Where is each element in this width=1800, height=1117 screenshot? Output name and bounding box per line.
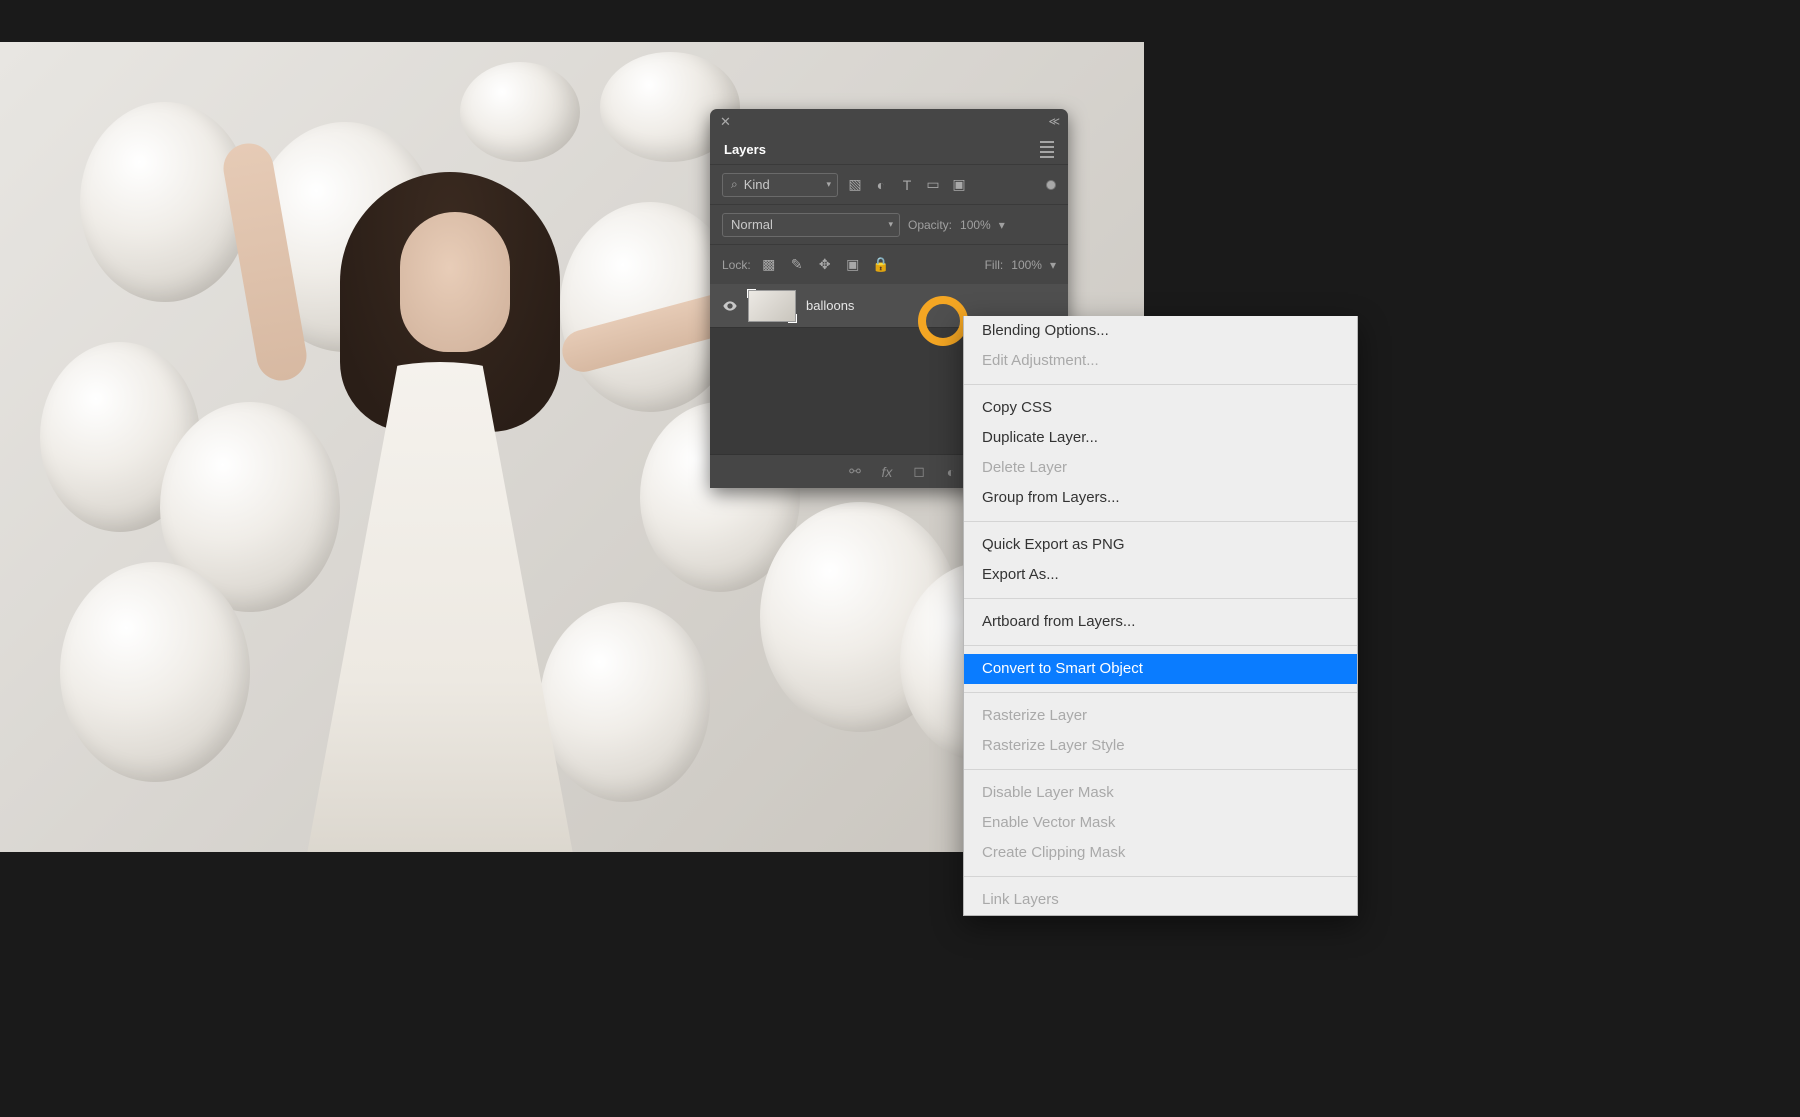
filter-smartobject-icon[interactable]: ▣ bbox=[950, 176, 968, 194]
menu-item[interactable]: Group from Layers... bbox=[964, 483, 1357, 513]
opacity-label: Opacity: bbox=[908, 218, 952, 232]
opacity-value[interactable]: 100% bbox=[960, 218, 991, 232]
menu-separator bbox=[964, 598, 1357, 599]
menu-item[interactable]: Blending Options... bbox=[964, 316, 1357, 346]
menu-separator bbox=[964, 876, 1357, 877]
filter-shape-icon[interactable]: ▭ bbox=[924, 176, 942, 194]
menu-item[interactable]: Artboard from Layers... bbox=[964, 607, 1357, 637]
tutorial-highlight-ring bbox=[918, 296, 968, 346]
menu-separator bbox=[964, 769, 1357, 770]
menu-separator bbox=[964, 521, 1357, 522]
menu-item[interactable]: Export As... bbox=[964, 560, 1357, 590]
visibility-icon[interactable] bbox=[722, 298, 738, 314]
blend-mode-value: Normal bbox=[731, 217, 773, 232]
lock-label: Lock: bbox=[722, 258, 751, 272]
lock-row: Lock: ▩ ✎ ✥ ▣ 🔒 Fill: 100% ▾ bbox=[710, 244, 1068, 284]
fill-label: Fill: bbox=[985, 258, 1004, 272]
fx-icon[interactable]: fx bbox=[878, 463, 896, 481]
menu-item: Disable Layer Mask bbox=[964, 778, 1357, 808]
menu-item: Edit Adjustment... bbox=[964, 346, 1357, 376]
filter-image-icon[interactable]: ▧ bbox=[846, 176, 864, 194]
collapse-icon[interactable]: ≪ bbox=[1048, 115, 1058, 128]
close-icon[interactable]: ✕ bbox=[720, 114, 731, 130]
menu-separator bbox=[964, 384, 1357, 385]
filter-kind-dropdown[interactable]: ⌕ Kind ▾ bbox=[722, 173, 838, 197]
search-icon: ⌕ bbox=[731, 177, 738, 192]
blend-row: Normal ▾ Opacity: 100% ▾ bbox=[710, 204, 1068, 244]
layer-name[interactable]: balloons bbox=[806, 298, 854, 313]
menu-item[interactable]: Convert to Smart Object bbox=[964, 654, 1357, 684]
menu-item: Delete Layer bbox=[964, 453, 1357, 483]
panel-title: Layers bbox=[724, 142, 766, 157]
menu-item[interactable]: Quick Export as PNG bbox=[964, 530, 1357, 560]
panel-menu-icon[interactable] bbox=[1040, 141, 1054, 158]
filter-kind-label: Kind bbox=[744, 177, 770, 192]
chevron-down-icon: ▾ bbox=[888, 219, 893, 230]
lock-transparency-icon[interactable]: ▩ bbox=[759, 256, 779, 274]
lock-all-icon[interactable]: 🔒 bbox=[871, 256, 891, 274]
lock-brush-icon[interactable]: ✎ bbox=[787, 256, 807, 274]
menu-separator bbox=[964, 645, 1357, 646]
layer-context-menu: Blending Options...Edit Adjustment... Cop… bbox=[963, 316, 1358, 916]
menu-item: Enable Vector Mask bbox=[964, 808, 1357, 838]
chevron-down-icon[interactable]: ▾ bbox=[999, 218, 1005, 232]
menu-item: Rasterize Layer Style bbox=[964, 731, 1357, 761]
filter-toggle[interactable] bbox=[1046, 180, 1056, 190]
layer-filter-row: ⌕ Kind ▾ ▧ ◐ T ▭ ▣ bbox=[710, 164, 1068, 204]
mask-icon[interactable]: ◻ bbox=[910, 463, 928, 481]
filter-adjustment-icon[interactable]: ◐ bbox=[872, 176, 890, 194]
menu-item: Rasterize Layer bbox=[964, 701, 1357, 731]
layer-thumbnail[interactable] bbox=[748, 290, 796, 322]
filter-text-icon[interactable]: T bbox=[898, 176, 916, 194]
chevron-down-icon: ▾ bbox=[826, 179, 831, 190]
menu-item[interactable]: Copy CSS bbox=[964, 393, 1357, 423]
link-layers-icon[interactable]: ⚯ bbox=[846, 463, 864, 481]
fill-value[interactable]: 100% bbox=[1011, 258, 1042, 272]
chevron-down-icon[interactable]: ▾ bbox=[1050, 258, 1056, 272]
menu-item: Link Layers bbox=[964, 885, 1357, 915]
blend-mode-dropdown[interactable]: Normal ▾ bbox=[722, 213, 900, 237]
lock-artboard-icon[interactable]: ▣ bbox=[843, 256, 863, 274]
menu-separator bbox=[964, 692, 1357, 693]
menu-item[interactable]: Duplicate Layer... bbox=[964, 423, 1357, 453]
lock-position-icon[interactable]: ✥ bbox=[815, 256, 835, 274]
adjustment-layer-icon[interactable]: ◐ bbox=[942, 463, 960, 481]
menu-item: Create Clipping Mask bbox=[964, 838, 1357, 868]
